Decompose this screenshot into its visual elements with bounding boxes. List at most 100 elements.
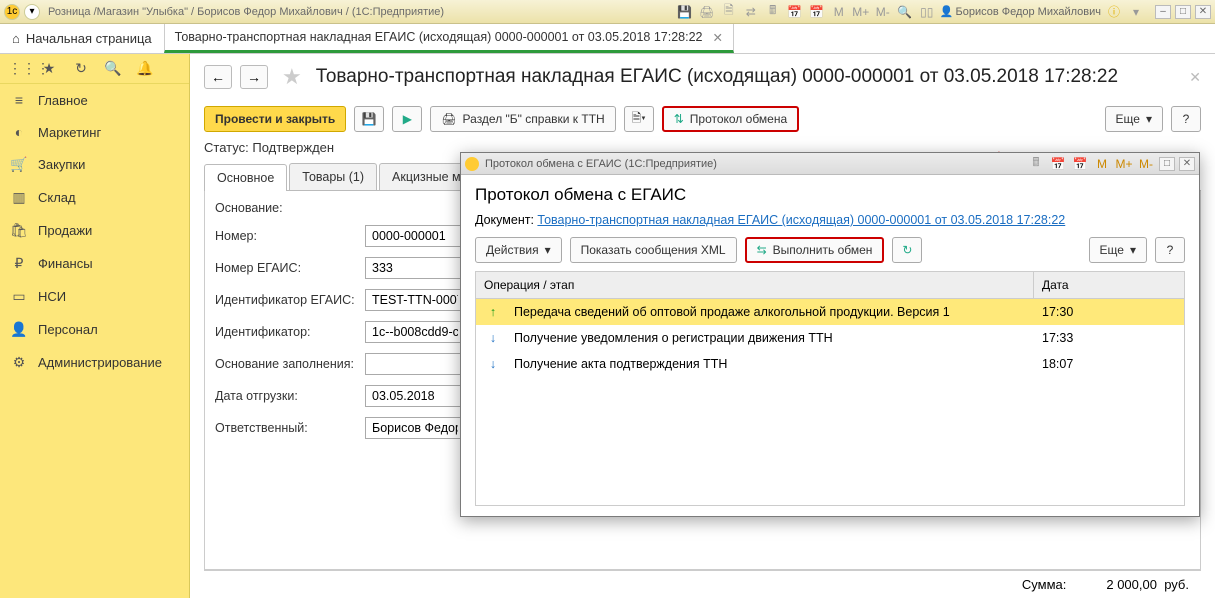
grid-row[interactable]: ↑Передача сведений об оптовой продаже ал…: [476, 299, 1184, 325]
sidebar-item-icon: 👤: [10, 321, 28, 338]
ship-date-field[interactable]: [365, 385, 465, 407]
grid-row[interactable]: ↓ Получение уведомления о регистрации дви…: [476, 325, 1184, 351]
nav-back-button[interactable]: ←: [204, 65, 232, 89]
post-button[interactable]: ▶: [392, 106, 422, 132]
calendar-icon[interactable]: 📅: [786, 3, 804, 21]
dialog-heading: Протокол обмена с ЕГАИС: [475, 185, 1185, 205]
sidebar-item[interactable]: ₽Финансы: [0, 247, 189, 280]
actions-label: Действия: [486, 243, 539, 257]
tab-goods[interactable]: Товары (1): [289, 163, 377, 190]
col-operation[interactable]: Операция / этап: [476, 272, 1034, 298]
col-date[interactable]: Дата: [1034, 272, 1184, 298]
fill-basis-field[interactable]: [365, 353, 465, 375]
user-name: Борисов Федор Михайлович: [955, 6, 1101, 18]
dialog-title: Протокол обмена с ЕГАИС (1С:Предприятие): [485, 158, 717, 170]
responsible-label: Ответственный:: [215, 421, 365, 435]
nav-forward-button[interactable]: →: [240, 65, 268, 89]
home-button[interactable]: ⌂ Начальная страница: [0, 24, 164, 53]
m-icon[interactable]: M: [830, 3, 848, 21]
sidebar-item[interactable]: ⚙Администрирование: [0, 346, 189, 379]
id-field[interactable]: [365, 321, 465, 343]
status-label: Статус:: [204, 140, 249, 155]
more-label: Еще: [1116, 112, 1140, 126]
do-exchange-button[interactable]: ⇆Выполнить обмен: [745, 237, 885, 263]
info-icon[interactable]: ⓘ: [1105, 3, 1123, 21]
tab-close-icon[interactable]: ✕: [713, 30, 723, 45]
dropdown-circle-icon[interactable]: ▾: [24, 4, 40, 20]
dlg-mplus-icon[interactable]: M+: [1115, 155, 1133, 173]
protocol-dialog: Протокол обмена с ЕГАИС (1С:Предприятие)…: [460, 152, 1200, 517]
refresh-button[interactable]: ↻: [892, 237, 922, 263]
row-text: Получение уведомления о регистрации движ…: [510, 325, 1034, 351]
exchange-icon: ⇆: [757, 243, 767, 257]
section-b-button[interactable]: 🖨Раздел "Б" справки к ТТН: [430, 106, 615, 132]
section-b-label: Раздел "Б" справки к ТТН: [463, 112, 605, 126]
star-icon[interactable]: ★: [40, 60, 58, 77]
save-button[interactable]: 💾: [354, 106, 384, 132]
dlg-calendar-icon[interactable]: 📅: [1049, 155, 1067, 173]
mplus-icon[interactable]: M+: [852, 3, 870, 21]
egais-id-field[interactable]: [365, 289, 465, 311]
apps-icon[interactable]: ⋮⋮⋮: [8, 60, 26, 77]
sidebar-item[interactable]: 👤Персонал: [0, 313, 189, 346]
report-dropdown-button[interactable]: 🗎▾: [624, 106, 654, 132]
minimize-button[interactable]: –: [1155, 5, 1171, 19]
sidebar-item[interactable]: 🛒Закупки: [0, 148, 189, 181]
row-date: 17:33: [1034, 325, 1184, 351]
responsible-field[interactable]: [365, 417, 465, 439]
sidebar-item[interactable]: ◐Маркетинг: [0, 116, 189, 148]
dlg-maximize-button[interactable]: □: [1159, 157, 1175, 171]
document-toolbar: Провести и закрыть 💾 ▶ 🖨Раздел "Б" справ…: [204, 106, 1201, 132]
dlg-close-button[interactable]: ✕: [1179, 157, 1195, 171]
dlg-mminus-icon[interactable]: M-: [1137, 155, 1155, 173]
fill-basis-label: Основание заполнения:: [215, 357, 365, 371]
info-dropdown-icon[interactable]: ▾: [1127, 3, 1145, 21]
dlg-help-button[interactable]: ?: [1155, 237, 1185, 263]
compare-icon[interactable]: ⇄: [742, 3, 760, 21]
doc-icon[interactable]: 🗎: [720, 3, 738, 21]
document-tab[interactable]: Товарно-транспортная накладная ЕГАИС (ис…: [164, 24, 734, 53]
favorite-star-icon[interactable]: ★: [282, 64, 302, 90]
history-icon[interactable]: ↻: [72, 60, 90, 77]
sidebar-item-icon: ≡: [10, 92, 28, 108]
protocol-label: Протокол обмена: [690, 112, 787, 126]
grid-row[interactable]: ↓Получение акта подтверждения ТТН18:07: [476, 351, 1184, 377]
dlg-calendar2-icon[interactable]: 📅: [1071, 155, 1089, 173]
calendar2-icon[interactable]: 📅: [808, 3, 826, 21]
dlg-more-button[interactable]: Еще ▾: [1089, 237, 1147, 263]
protocol-button[interactable]: ⇅Протокол обмена: [662, 106, 799, 132]
sidebar-item[interactable]: ▭НСИ: [0, 280, 189, 313]
dialog-doc-link[interactable]: Товарно-транспортная накладная ЕГАИС (ис…: [537, 213, 1065, 227]
print-icon[interactable]: 🖨: [698, 3, 716, 21]
dlg-calc-icon[interactable]: 🖩: [1027, 155, 1045, 173]
zoom-icon[interactable]: 🔍: [896, 3, 914, 21]
bell-icon[interactable]: 🔔: [136, 60, 154, 77]
egais-number-label: Номер ЕГАИС:: [215, 261, 365, 275]
show-xml-button[interactable]: Показать сообщения XML: [570, 237, 737, 263]
search-icon[interactable]: 🔍: [104, 60, 122, 77]
actions-button[interactable]: Действия ▾: [475, 237, 562, 263]
maximize-button[interactable]: □: [1175, 5, 1191, 19]
sidebar-item[interactable]: 🛍Продажи: [0, 214, 189, 247]
page-close-icon[interactable]: ✕: [1189, 69, 1201, 86]
more-button[interactable]: Еще ▾: [1105, 106, 1163, 132]
sidebar-item-icon: ▥: [10, 189, 28, 206]
calc-icon[interactable]: 🖩: [764, 3, 782, 21]
sidebar-item[interactable]: ▥Склад: [0, 181, 189, 214]
grid-body: ↑Передача сведений об оптовой продаже ал…: [475, 299, 1185, 506]
mminus-icon[interactable]: M-: [874, 3, 892, 21]
close-button[interactable]: ✕: [1195, 5, 1211, 19]
dialog-doc-label: Документ:: [475, 213, 534, 227]
help-button[interactable]: ?: [1171, 106, 1201, 132]
post-close-button[interactable]: Провести и закрыть: [204, 106, 346, 132]
dialog-toolbar: Действия ▾ Показать сообщения XML ⇆Выпол…: [475, 237, 1185, 263]
user-label[interactable]: 👤 Борисов Федор Михайлович: [940, 3, 1101, 21]
arrow-down-icon: ↓: [490, 331, 496, 345]
tab-main[interactable]: Основное: [204, 164, 287, 191]
dlg-m-icon[interactable]: M: [1093, 155, 1111, 173]
basis-label: Основание:: [215, 201, 365, 215]
dialog-titlebar: Протокол обмена с ЕГАИС (1С:Предприятие)…: [461, 153, 1199, 175]
save-icon[interactable]: 💾: [676, 3, 694, 21]
sidebar-item[interactable]: ≡Главное: [0, 84, 189, 116]
panels-icon[interactable]: ▯▯: [918, 3, 936, 21]
